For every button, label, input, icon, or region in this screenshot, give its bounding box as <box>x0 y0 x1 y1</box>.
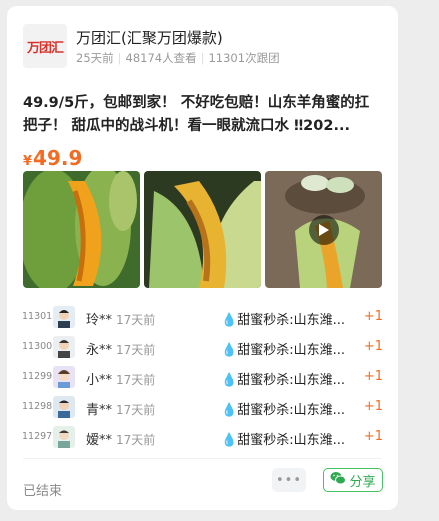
account-meta: 25天前 | 48174人查看 | 11301次跟团 <box>76 51 280 65</box>
order-user: 青** 17天前 <box>86 403 156 418</box>
order-quantity: +1 <box>363 399 383 414</box>
order-row[interactable]: 11299 小** 17天前 💧甜蜜秒杀:山东潍... +1 <box>7 363 398 393</box>
order-item: 💧甜蜜秒杀:山东潍... <box>221 373 345 388</box>
order-quantity: +1 <box>363 429 383 444</box>
share-label: 分享 <box>349 474 376 490</box>
avatar <box>53 336 75 358</box>
order-row[interactable]: 11300 永** 17天前 💧甜蜜秒杀:山东潍... +1 <box>7 333 398 363</box>
wechat-icon <box>330 471 347 489</box>
order-number: 11297 <box>22 431 53 442</box>
product-price: ¥49.9 <box>23 146 82 170</box>
order-time: 17天前 <box>116 403 156 417</box>
order-quantity: +1 <box>363 309 383 324</box>
order-number: 11300 <box>22 341 53 352</box>
gallery-image-1[interactable] <box>23 171 140 288</box>
order-item: 💧甜蜜秒杀:山东潍... <box>221 313 345 328</box>
order-quantity: +1 <box>363 339 383 354</box>
order-time: 17天前 <box>116 343 156 357</box>
avatar <box>53 396 75 418</box>
order-number: 11301 <box>22 311 53 322</box>
order-time: 17天前 <box>116 373 156 387</box>
share-button[interactable]: 分享 <box>323 468 383 492</box>
posted-time: 25天前 <box>76 51 114 65</box>
gallery-video[interactable] <box>265 171 382 288</box>
product-title[interactable]: 49.9/5斤，包邮到家！ 不好吃包赔！山东羊角蜜的扛把子！ 甜瓜中的战斗机！看… <box>23 92 383 138</box>
order-time: 17天前 <box>116 313 156 327</box>
order-quantity: +1 <box>363 369 383 384</box>
account-logo: 万团汇 <box>23 24 67 68</box>
group-buy-card[interactable]: 万团汇 万团汇(汇聚万团爆款) 25天前 | 48174人查看 | 11301次跟团 4… <box>7 6 398 510</box>
status-label: 已结束 <box>23 484 63 499</box>
order-user: 永** 17天前 <box>86 343 156 358</box>
order-item: 💧甜蜜秒杀:山东潍... <box>221 433 345 448</box>
product-gallery <box>23 171 383 288</box>
avatar <box>53 306 75 328</box>
order-number: 11298 <box>22 401 53 412</box>
play-icon[interactable] <box>309 215 339 245</box>
order-list: 11301 玲** 17天前 💧甜蜜秒杀:山东潍... +1 11300 永** 1… <box>7 303 398 453</box>
avatar <box>53 366 75 388</box>
footer-divider <box>23 458 382 459</box>
price-value: 49.9 <box>33 146 83 170</box>
order-row[interactable]: 11297 嫒** 17天前 💧甜蜜秒杀:山东潍... +1 <box>7 423 398 453</box>
order-user: 玲** 17天前 <box>86 313 156 328</box>
order-user: 小** 17天前 <box>86 373 156 388</box>
order-item: 💧甜蜜秒杀:山东潍... <box>221 403 345 418</box>
account-header[interactable]: 万团汇 万团汇(汇聚万团爆款) 25天前 | 48174人查看 | 11301次跟团 <box>23 24 383 72</box>
price-currency: ¥ <box>23 154 33 169</box>
order-item: 💧甜蜜秒杀:山东潍... <box>221 343 345 358</box>
more-button[interactable]: ••• <box>272 468 306 492</box>
order-number: 11299 <box>22 371 53 382</box>
order-time: 17天前 <box>116 433 156 447</box>
avatar <box>53 426 75 448</box>
account-name[interactable]: 万团汇(汇聚万团爆款) <box>76 27 223 48</box>
order-user: 嫒** 17天前 <box>86 433 156 448</box>
gallery-image-2[interactable] <box>144 171 261 288</box>
view-count: 48174人查看 <box>125 51 197 65</box>
order-row[interactable]: 11298 青** 17天前 💧甜蜜秒杀:山东潍... +1 <box>7 393 398 423</box>
order-row[interactable]: 11301 玲** 17天前 💧甜蜜秒杀:山东潍... +1 <box>7 303 398 333</box>
join-count: 11301次跟团 <box>208 51 280 65</box>
